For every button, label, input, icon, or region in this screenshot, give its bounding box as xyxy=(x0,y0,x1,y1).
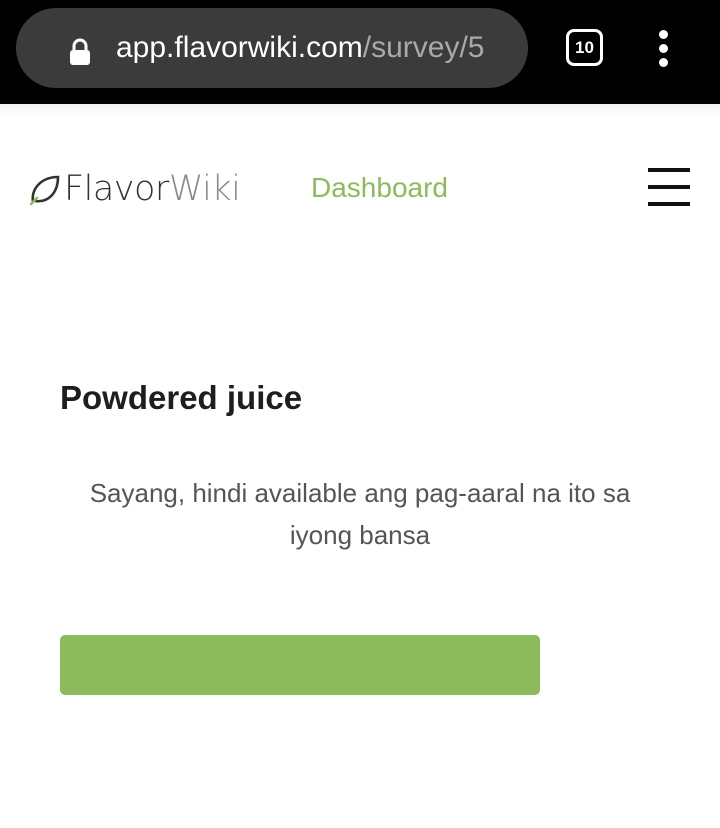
logo-text: FlavorWiki xyxy=(64,169,241,209)
toolbar-shadow xyxy=(0,104,720,118)
hamburger-menu-icon[interactable] xyxy=(648,168,690,206)
lock-icon xyxy=(70,38,90,65)
browser-toolbar: app.flavorwiki.com/survey/5 10 xyxy=(0,0,720,104)
unavailable-message: Sayang, hindi available ang pag-aaral na… xyxy=(89,478,631,550)
address-bar[interactable]: app.flavorwiki.com/survey/5 xyxy=(16,8,528,88)
logo-text-flavor: Flavor xyxy=(64,169,169,209)
dashboard-link[interactable]: Dashboard xyxy=(311,168,448,208)
more-vertical-icon[interactable] xyxy=(652,28,676,68)
logo-text-wiki: Wiki xyxy=(168,169,241,209)
url-path: /survey/5 xyxy=(362,31,485,64)
leaf-icon xyxy=(29,175,60,206)
tab-switcher-button[interactable]: 10 xyxy=(566,29,603,66)
url-text: app.flavorwiki.com/survey/5 xyxy=(116,30,526,66)
url-domain: app.flavorwiki.com xyxy=(116,31,363,64)
flavorwiki-logo[interactable]: FlavorWiki xyxy=(28,166,241,212)
primary-action-button[interactable] xyxy=(60,635,540,695)
page-title: Powdered juice xyxy=(60,379,303,416)
